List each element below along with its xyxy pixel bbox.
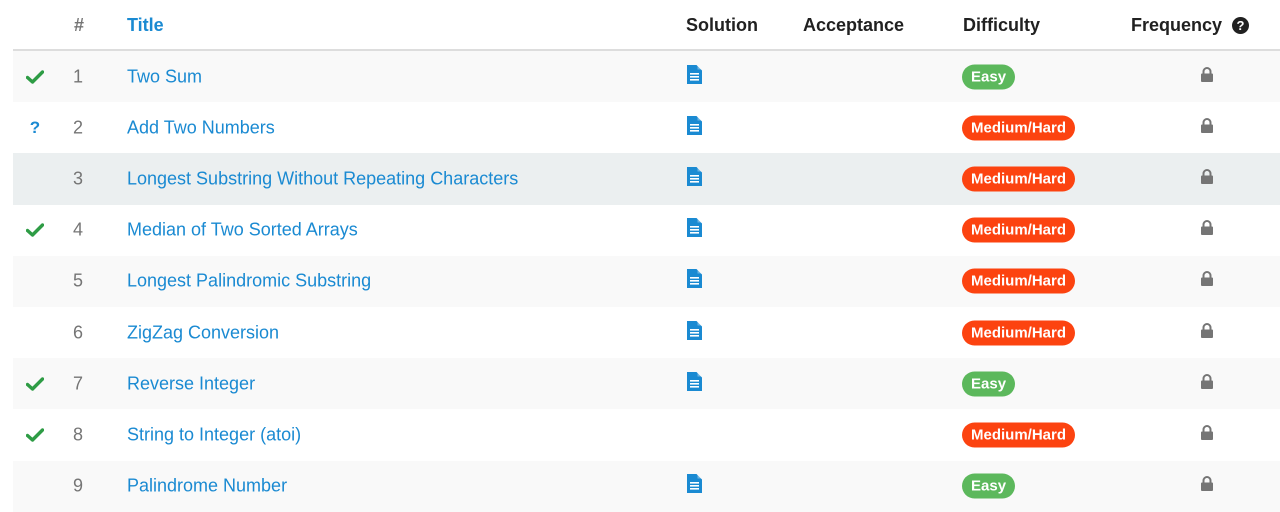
solution-cell [686,371,703,397]
problem-title-link[interactable]: Palindrome Number [127,476,287,497]
problem-title-link[interactable]: Reverse Integer [127,373,255,394]
problems-table: # Title Solution Acceptance Difficulty F… [13,0,1280,512]
difficulty-badge: Easy [962,473,1016,499]
problem-number: 4 [73,219,84,240]
problem-number: 2 [73,117,84,138]
solution-doc-icon[interactable] [686,473,703,494]
frequency-cell [1200,168,1214,189]
table-row[interactable]: 9 Palindrome Number Easy [13,460,1280,512]
table-row[interactable]: 3 Longest Substring Without Repeating Ch… [13,153,1280,205]
difficulty-badge: Medium/Hard [962,422,1076,448]
status-attempted: ? [24,117,46,139]
problem-number: 8 [73,424,84,445]
check-icon [26,69,44,84]
solution-cell [686,64,703,90]
status-solved [24,66,46,88]
lock-icon [1201,271,1213,287]
lock-icon [1201,322,1213,338]
table-row[interactable]: 8 String to Integer (atoi) Medium/Hard [13,409,1280,460]
difficulty-badge: Medium/Hard [962,115,1076,141]
status-cell [24,322,46,344]
solution-doc-icon[interactable] [686,217,703,238]
column-header-frequency[interactable]: Frequency ? [1131,15,1250,36]
table-row[interactable]: 5 Longest Palindromic Substring Medium/H… [13,255,1280,307]
problem-title-link[interactable]: Median of Two Sorted Arrays [127,220,358,241]
lock-icon [1201,168,1213,184]
solution-doc-icon[interactable] [686,320,703,341]
frequency-cell [1200,373,1214,394]
lock-icon [1201,424,1213,440]
solution-doc-icon[interactable] [686,371,703,392]
table-row[interactable]: 6 ZigZag Conversion Medium/Hard [13,307,1280,358]
problem-title-link[interactable]: ZigZag Conversion [127,322,279,343]
lock-icon [1201,66,1213,82]
table-row[interactable]: 7 Reverse Integer Easy [13,358,1280,410]
table-row[interactable]: 4 Median of Two Sorted Arrays Medium/Har… [13,205,1280,256]
frequency-cell [1200,66,1214,87]
check-icon [26,377,44,391]
problem-number: 9 [73,475,84,496]
status-cell [24,168,46,190]
solution-cell [686,320,703,346]
difficulty-badge: Easy [962,64,1016,90]
problem-title-link[interactable]: Longest Substring Without Repeating Char… [127,168,518,189]
frequency-cell [1200,476,1214,497]
solution-doc-icon[interactable] [686,64,703,85]
table-row[interactable]: ? 2 Add Two Numbers Medium/Hard [13,102,1280,153]
problem-title-link[interactable]: String to Integer (atoi) [127,424,301,445]
solution-doc-icon[interactable] [686,166,703,187]
problem-title-link[interactable]: Add Two Numbers [127,117,275,138]
difficulty-badge: Medium/Hard [962,217,1076,243]
column-header-acceptance[interactable]: Acceptance [803,15,904,36]
frequency-cell [1200,424,1214,445]
frequency-cell [1200,322,1214,343]
table-body: 1 Two Sum Easy ? 2 Add Two Numbers Mediu… [13,51,1280,512]
problem-number: 5 [73,270,84,291]
difficulty-badge: Medium/Hard [962,320,1076,346]
problem-number: 1 [73,66,84,87]
column-header-title[interactable]: Title [127,15,164,36]
attempted-icon: ? [29,117,41,137]
frequency-cell [1200,271,1214,292]
frequency-cell [1200,220,1214,241]
problem-number: 7 [73,373,84,394]
status-solved [24,424,46,446]
table-header: # Title Solution Acceptance Difficulty F… [13,0,1280,51]
solution-doc-icon[interactable] [686,115,703,136]
problem-title-link[interactable]: Two Sum [127,66,202,87]
table-row[interactable]: 1 Two Sum Easy [13,51,1280,103]
status-solved [24,219,46,241]
solution-cell [686,217,703,243]
status-cell [24,270,46,292]
column-header-difficulty[interactable]: Difficulty [963,15,1040,36]
problem-title-link[interactable]: Longest Palindromic Substring [127,271,371,292]
help-icon[interactable]: ? [1232,17,1250,34]
solution-cell [686,166,703,192]
solution-cell [686,473,703,499]
problem-number: 6 [73,322,84,343]
check-icon [26,428,44,442]
problem-number: 3 [73,168,84,189]
frequency-cell [1200,117,1214,138]
column-header-number[interactable]: # [74,15,84,36]
lock-icon [1201,220,1213,236]
column-header-solution[interactable]: Solution [686,15,758,36]
difficulty-badge: Medium/Hard [962,268,1076,294]
lock-icon [1201,373,1213,389]
status-cell [24,475,46,497]
check-icon [26,223,44,237]
difficulty-badge: Easy [962,371,1016,397]
solution-cell [686,115,703,141]
lock-icon [1201,476,1213,492]
difficulty-badge: Medium/Hard [962,166,1076,192]
column-header-frequency-label: Frequency [1131,15,1223,35]
solution-doc-icon[interactable] [686,268,703,289]
solution-cell [686,268,703,294]
status-solved [24,373,46,395]
lock-icon [1201,117,1213,133]
